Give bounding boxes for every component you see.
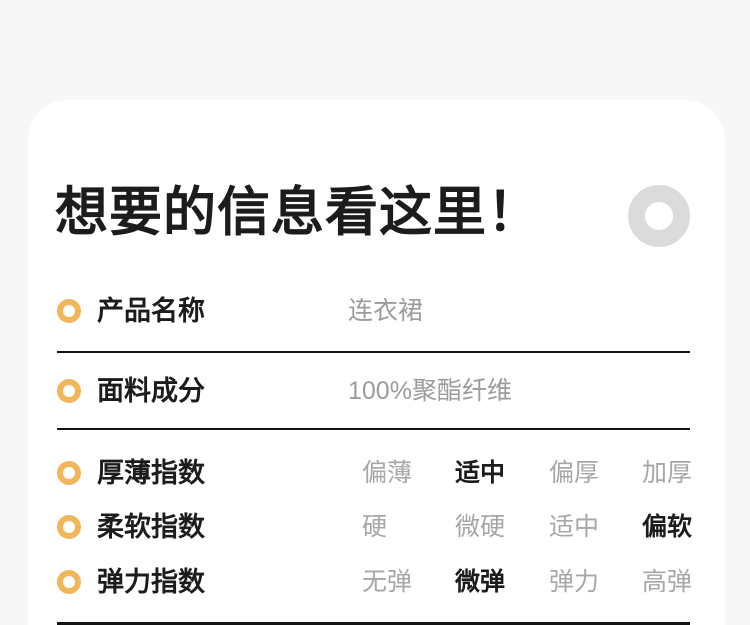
option: 弹力	[549, 568, 599, 596]
option: 硬	[362, 513, 387, 541]
index-row-thickness: 厚薄指数 偏薄 适中 偏厚 加厚	[28, 459, 725, 487]
option-selected: 适中	[455, 459, 505, 487]
field-value: 连衣裙	[348, 297, 423, 325]
option-selected: 微弹	[455, 568, 505, 596]
field-label: 面料成分	[97, 377, 205, 405]
option: 加厚	[642, 459, 692, 487]
product-info-card: 想要的信息看这里！ 产品名称 连衣裙 面料成分 100%聚酯纤维 厚薄指数 偏薄…	[28, 100, 725, 625]
gray-ring-icon	[628, 185, 690, 247]
info-row-product-name: 产品名称 连衣裙	[28, 297, 725, 325]
field-label: 厚薄指数	[97, 459, 205, 487]
page-background: 想要的信息看这里！ 产品名称 连衣裙 面料成分 100%聚酯纤维 厚薄指数 偏薄…	[0, 0, 750, 625]
option: 微硬	[455, 513, 505, 541]
option: 适中	[549, 513, 599, 541]
option-selected: 偏软	[642, 513, 692, 541]
gold-ring-icon	[57, 570, 81, 594]
gold-ring-icon	[57, 515, 81, 539]
field-label: 弹力指数	[97, 568, 205, 596]
gold-ring-icon	[57, 379, 81, 403]
option: 偏厚	[549, 459, 599, 487]
field-label: 产品名称	[97, 297, 205, 325]
divider	[57, 428, 690, 430]
option: 高弹	[642, 568, 692, 596]
index-row-elasticity: 弹力指数 无弹 微弹 弹力 高弹	[28, 568, 725, 596]
gold-ring-icon	[57, 299, 81, 323]
divider	[57, 351, 690, 353]
option: 无弹	[362, 568, 412, 596]
gold-ring-icon	[57, 461, 81, 485]
option: 偏薄	[362, 459, 412, 487]
index-row-softness: 柔软指数 硬 微硬 适中 偏软	[28, 513, 725, 541]
page-title: 想要的信息看这里！	[55, 183, 615, 243]
field-value: 100%聚酯纤维	[348, 377, 512, 405]
field-label: 柔软指数	[97, 513, 205, 541]
info-row-fabric: 面料成分 100%聚酯纤维	[28, 377, 725, 405]
